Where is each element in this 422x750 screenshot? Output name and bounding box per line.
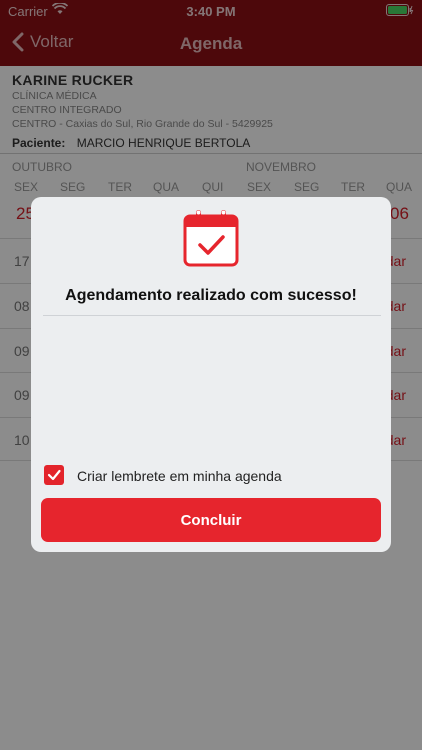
success-message: Agendamento realizado com sucesso! <box>65 287 357 304</box>
reminder-label[interactable]: Criar lembrete em minha agenda <box>77 468 282 484</box>
checkmark-icon <box>47 469 61 481</box>
success-dialog: Agendamento realizado com sucesso! Criar… <box>31 197 391 552</box>
reminder-checkbox[interactable] <box>44 465 64 485</box>
dialog-divider <box>43 315 381 316</box>
conclude-button[interactable]: Concluir <box>41 498 381 542</box>
calendar-check-icon <box>183 209 239 267</box>
